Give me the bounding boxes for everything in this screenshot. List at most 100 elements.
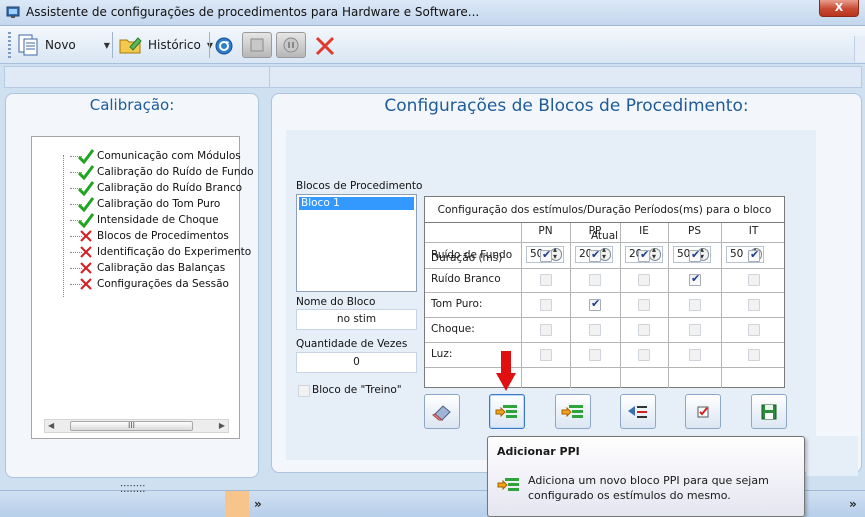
tree-item-label: Calibração do Ruído Branco: [97, 182, 243, 194]
chevron-right-icon[interactable]: »: [254, 497, 262, 511]
bottom-highlight: [225, 491, 249, 517]
list-item[interactable]: Bloco 1: [299, 197, 414, 210]
pause-button[interactable]: [276, 32, 306, 58]
tree-connector: [64, 244, 82, 260]
column-header: IT: [748, 225, 759, 237]
grid-divider: [425, 268, 784, 269]
tree-connector: [64, 148, 82, 164]
block-name-field[interactable]: no stim: [296, 309, 417, 330]
add-block-button[interactable]: [555, 394, 591, 429]
stimulus-checkbox[interactable]: [748, 274, 760, 286]
eraser-button[interactable]: [424, 394, 460, 429]
stimulus-checkbox[interactable]: [589, 297, 601, 311]
new-button[interactable]: Novo ▼: [14, 31, 111, 59]
duration-value: 50: [730, 248, 744, 260]
stimulus-checkbox[interactable]: [689, 324, 701, 336]
tree-item[interactable]: Calibração das Balanças: [64, 260, 225, 276]
stimulus-checkbox[interactable]: [589, 274, 601, 286]
stop-button[interactable]: [242, 32, 272, 58]
remove-block-button[interactable]: [620, 394, 656, 429]
stimulus-checkbox[interactable]: [540, 299, 552, 311]
app-icon: [6, 6, 20, 18]
stimulus-checkbox[interactable]: [540, 248, 552, 262]
add-ppi-button[interactable]: [489, 394, 525, 429]
stimulus-checkbox[interactable]: [589, 248, 601, 262]
stimulus-checkbox[interactable]: [689, 248, 701, 262]
grid-divider: [425, 292, 784, 293]
stimulus-checkbox[interactable]: [638, 299, 650, 311]
stimulus-row-label: Ruído de Fundo: [431, 249, 513, 261]
save-icon: [761, 404, 777, 419]
toolbar-scroll-strip: [854, 36, 865, 62]
toolbar-separator: [112, 32, 113, 58]
title-bar: Assistente de configurações de procedime…: [0, 0, 865, 26]
stimulus-checkbox[interactable]: [689, 349, 701, 361]
tree-item[interactable]: Calibração do Ruído de Fundo: [64, 164, 254, 180]
tooltip-title: Adicionar PPI: [497, 445, 580, 458]
tree-connector: [64, 228, 82, 244]
blocks-list-label: Blocos de Procedimento: [296, 180, 423, 192]
stimulus-checkbox[interactable]: [748, 324, 760, 336]
stimulus-checkbox[interactable]: [638, 349, 650, 361]
stimulus-checkbox[interactable]: [589, 349, 601, 361]
tree-item-label: Calibração do Tom Puro: [97, 198, 221, 210]
new-button-label: Novo: [45, 38, 76, 52]
history-button[interactable]: Histórico ▼: [117, 31, 214, 59]
scroll-thumb[interactable]: III: [70, 421, 193, 431]
scroll-left-icon[interactable]: ◀: [48, 421, 54, 430]
tree-item[interactable]: Identificação do Experimento: [64, 244, 251, 260]
stimulus-row-label: Ruído Branco: [431, 273, 501, 285]
spinner-arrows-icon[interactable]: [649, 245, 661, 261]
tree-item[interactable]: Calibração do Ruído Branco: [64, 180, 242, 196]
stimulus-checkbox[interactable]: [689, 299, 701, 311]
training-label: Bloco de "Treino": [312, 384, 402, 396]
stimulus-checkbox[interactable]: [540, 349, 552, 361]
add-ppi-icon: [495, 404, 517, 418]
blocks-list[interactable]: Bloco 1: [296, 194, 417, 292]
tree-item[interactable]: Intensidade de Choque: [64, 212, 219, 228]
stimulus-checkbox[interactable]: [638, 324, 650, 336]
calibration-tree[interactable]: Comunicação com Módulos Calibração do Ruí…: [31, 136, 254, 439]
stimulus-checkbox[interactable]: [540, 324, 552, 336]
grid-caption: Configuração dos estímulos/Duração Perío…: [425, 197, 784, 242]
grid-divider: [425, 342, 784, 343]
window-title: Assistente de configurações de procedime…: [26, 5, 480, 19]
tree-item[interactable]: Configurações da Sessão: [64, 276, 229, 292]
new-document-icon: [18, 34, 38, 56]
calibration-panel: Calibração: Comunicação com Módulos Calib…: [5, 93, 259, 478]
toolbar-grip[interactable]: [8, 32, 11, 58]
stimulus-checkbox[interactable]: [638, 248, 650, 262]
training-checkbox[interactable]: [298, 385, 310, 397]
stimulus-checkbox[interactable]: [748, 248, 760, 262]
stimulus-checkbox[interactable]: [689, 272, 701, 286]
chevron-down-icon[interactable]: ▼: [104, 41, 110, 50]
tree-item[interactable]: Blocos de Procedimentos: [64, 228, 229, 244]
blocks-title: Configurações de Blocos de Procedimento:: [384, 96, 749, 116]
chevron-right-icon[interactable]: »: [849, 497, 857, 511]
stimulus-row-label: Tom Puro:: [431, 298, 483, 310]
stimulus-checkbox[interactable]: [540, 274, 552, 286]
save-button[interactable]: [751, 394, 787, 429]
stimulus-checkbox[interactable]: [748, 299, 760, 311]
block-name-label: Nome do Bloco: [296, 296, 376, 308]
scroll-right-icon[interactable]: ▶: [219, 421, 225, 430]
column-header: PP: [588, 225, 602, 237]
stimulus-checkbox[interactable]: [748, 349, 760, 361]
refresh-icon[interactable]: [214, 36, 234, 56]
eraser-icon: [432, 404, 451, 421]
repeat-count-field[interactable]: 0: [296, 352, 417, 373]
splitter-grip[interactable]: ⁚⁚⁚⁚⁚⁚⁚⁚: [120, 484, 145, 495]
validate-button[interactable]: [685, 394, 721, 429]
close-button[interactable]: X: [819, 0, 859, 17]
tree-connector: [64, 164, 82, 180]
tree-item[interactable]: Comunicação com Módulos: [64, 148, 241, 164]
horizontal-scrollbar[interactable]: ◀ III ▶: [44, 419, 229, 433]
grid-divider: [721, 223, 722, 388]
tree-item[interactable]: Calibração do Tom Puro: [64, 196, 220, 212]
stimulus-checkbox[interactable]: [589, 324, 601, 336]
stimulus-checkbox[interactable]: [638, 274, 650, 286]
grid-divider: [425, 317, 784, 318]
cancel-icon[interactable]: [313, 34, 337, 58]
grid-divider: [521, 223, 522, 388]
stop-icon: [250, 38, 264, 52]
